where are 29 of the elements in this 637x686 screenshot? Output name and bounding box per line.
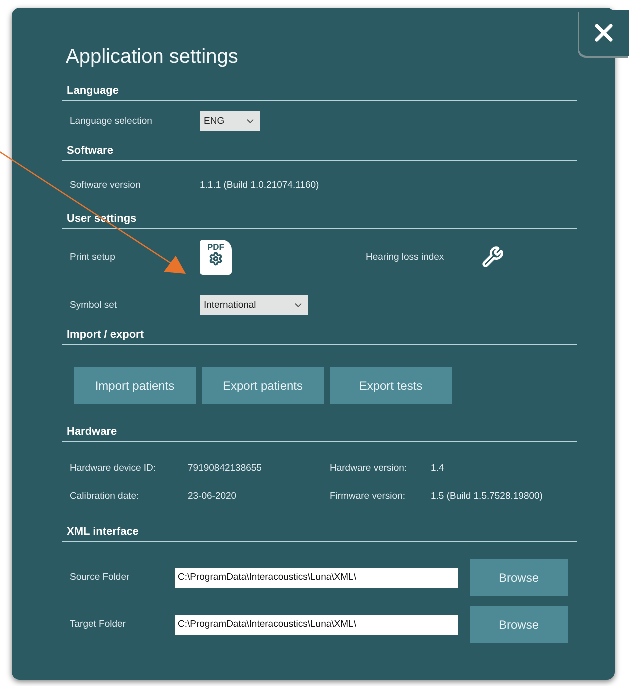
dropdown[interactable]: International <box>200 295 308 315</box>
info-value: 1.4 <box>431 462 444 474</box>
dropdown[interactable]: ENG <box>200 111 260 131</box>
setting-label: Software version <box>70 180 142 190</box>
section-heading: Import / export <box>62 329 577 345</box>
section-heading: XML interface <box>62 526 577 542</box>
close-button[interactable] <box>579 10 629 56</box>
folder-label: Target Folder <box>70 619 127 630</box>
setting-label: Language selection <box>70 116 154 126</box>
folder-path-field[interactable]: C:\ProgramData\Interacoustics\Luna\XML\ <box>175 568 458 588</box>
setting-value: 1.1.1 (Build 1.0.21074.1160) <box>200 180 320 190</box>
info-value: 1.5 (Build 1.5.7528.19800) <box>431 490 543 502</box>
info-label: Hardware version: <box>330 462 408 474</box>
setting-label: Hearing loss index <box>366 252 446 262</box>
info-label: Calibration date: <box>70 490 140 502</box>
section-heading: Software <box>62 145 577 161</box>
info-value: 23-06-2020 <box>188 490 238 502</box>
folder-path-field[interactable]: C:\ProgramData\Interacoustics\Luna\XML\ <box>175 614 458 634</box>
section-heading: Language <box>62 85 577 101</box>
section-heading: Hardware <box>62 426 577 442</box>
folder-label: Source Folder <box>70 572 131 583</box>
pdf-settings-icon[interactable]: PDF <box>200 240 232 274</box>
setting-label: Print setup <box>70 252 116 262</box>
dialog-title: Application settings <box>66 46 240 69</box>
wrench-icon[interactable] <box>482 246 504 268</box>
info-label: Firmware version: <box>330 490 406 502</box>
setting-label: Symbol set <box>70 300 118 310</box>
info-label: Hardware device ID: <box>70 462 158 474</box>
info-value: 79190842138655 <box>188 462 263 474</box>
